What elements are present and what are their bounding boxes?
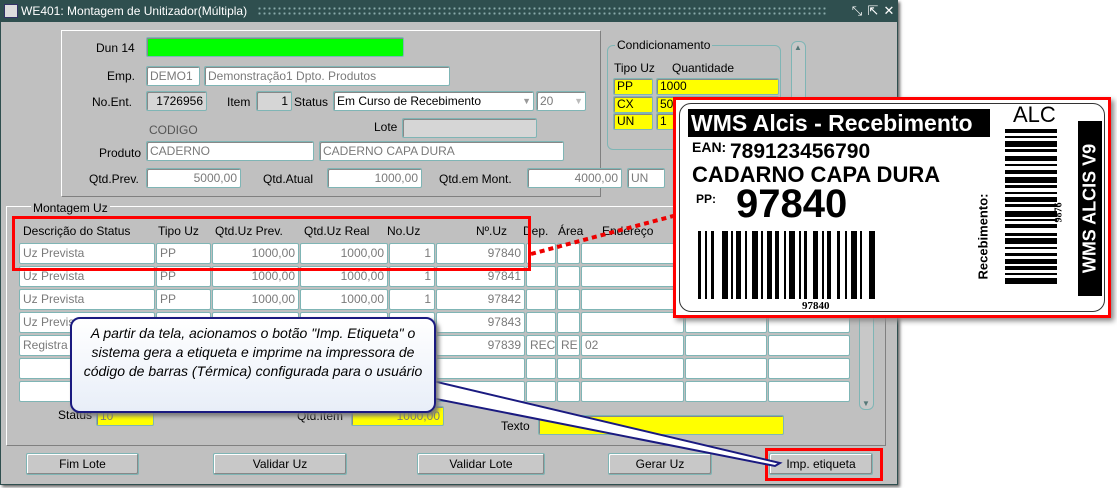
barcode-bar <box>1005 204 1057 207</box>
barcode-bar <box>1005 156 1057 161</box>
barcode-bar <box>1005 247 1057 249</box>
barcode-bar <box>845 231 847 299</box>
barcode-bar <box>804 231 807 299</box>
barcode-bar <box>1005 192 1057 194</box>
label-side-code: 9876 <box>1053 202 1065 223</box>
barcode-bar <box>1005 273 1057 275</box>
barcode-bar <box>813 231 818 299</box>
barcode-bar <box>799 231 801 299</box>
barcode-bar <box>1005 233 1057 236</box>
barcode-bar <box>1005 253 1057 256</box>
barcode-bar <box>1005 197 1057 202</box>
barcode-bar <box>711 231 714 299</box>
callout-note: A partir da tela, acionamos o botão "Imp… <box>70 317 436 413</box>
barcode-bar <box>1005 219 1057 221</box>
label-brand-bar: WMS ALCIS V9 <box>1078 121 1102 296</box>
label-pp-label: PP: <box>696 192 717 206</box>
barcode-bar <box>1005 238 1057 244</box>
barcode-bar <box>1005 177 1057 183</box>
barcode-bar <box>1005 164 1057 166</box>
label-title: WMS Alcis - Recebimento <box>688 109 990 137</box>
label-brand: WMS ALCIS V9 <box>1079 143 1100 274</box>
barcode-bar <box>1005 170 1057 174</box>
callout-text: A partir da tela, acionamos o botão "Imp… <box>83 325 423 379</box>
barcode-bar <box>698 231 701 299</box>
barcode-bar <box>1005 259 1057 264</box>
label-ean-label: EAN: <box>692 139 727 155</box>
barcode-bar <box>722 231 728 299</box>
barcode-bar <box>1005 185 1057 188</box>
label-barcode-text: 97840 <box>802 300 830 312</box>
barcode-bar <box>775 231 779 299</box>
label-pp-value: 97840 <box>736 182 848 226</box>
barcode-bar <box>1005 141 1057 147</box>
barcode-horizontal <box>698 231 875 299</box>
barcode-bar <box>822 231 824 299</box>
barcode-bar <box>745 231 747 299</box>
barcode-bar <box>731 231 733 299</box>
barcode-bar <box>860 231 862 299</box>
barcode-bar <box>784 231 786 299</box>
barcode-bar <box>851 231 857 299</box>
barcode-bar <box>1005 136 1057 138</box>
barcode-bar <box>1005 129 1057 133</box>
barcode-bar <box>736 231 741 299</box>
barcode-bar <box>789 231 795 299</box>
barcode-vertical <box>1005 129 1057 284</box>
barcode-bar <box>1005 278 1057 284</box>
barcode-bar <box>827 231 831 299</box>
barcode-bar <box>767 231 772 299</box>
barcode-bar <box>1005 224 1057 228</box>
barcode-label-preview: WMS Alcis - Recebimento EAN: 78912345679… <box>673 97 1111 318</box>
barcode-bar <box>1005 266 1057 270</box>
barcode-bar <box>869 231 875 299</box>
label-alc: ALC <box>1013 102 1056 127</box>
barcode-bar <box>1005 149 1057 152</box>
barcode-bar <box>761 231 763 299</box>
barcode-bar <box>705 231 707 299</box>
label-ean-value: 789123456790 <box>730 140 871 163</box>
barcode-bar <box>837 231 840 299</box>
label-recebimento: Recebimento: <box>975 193 991 280</box>
barcode-bar <box>1005 211 1057 217</box>
barcode-bar <box>752 231 758 299</box>
